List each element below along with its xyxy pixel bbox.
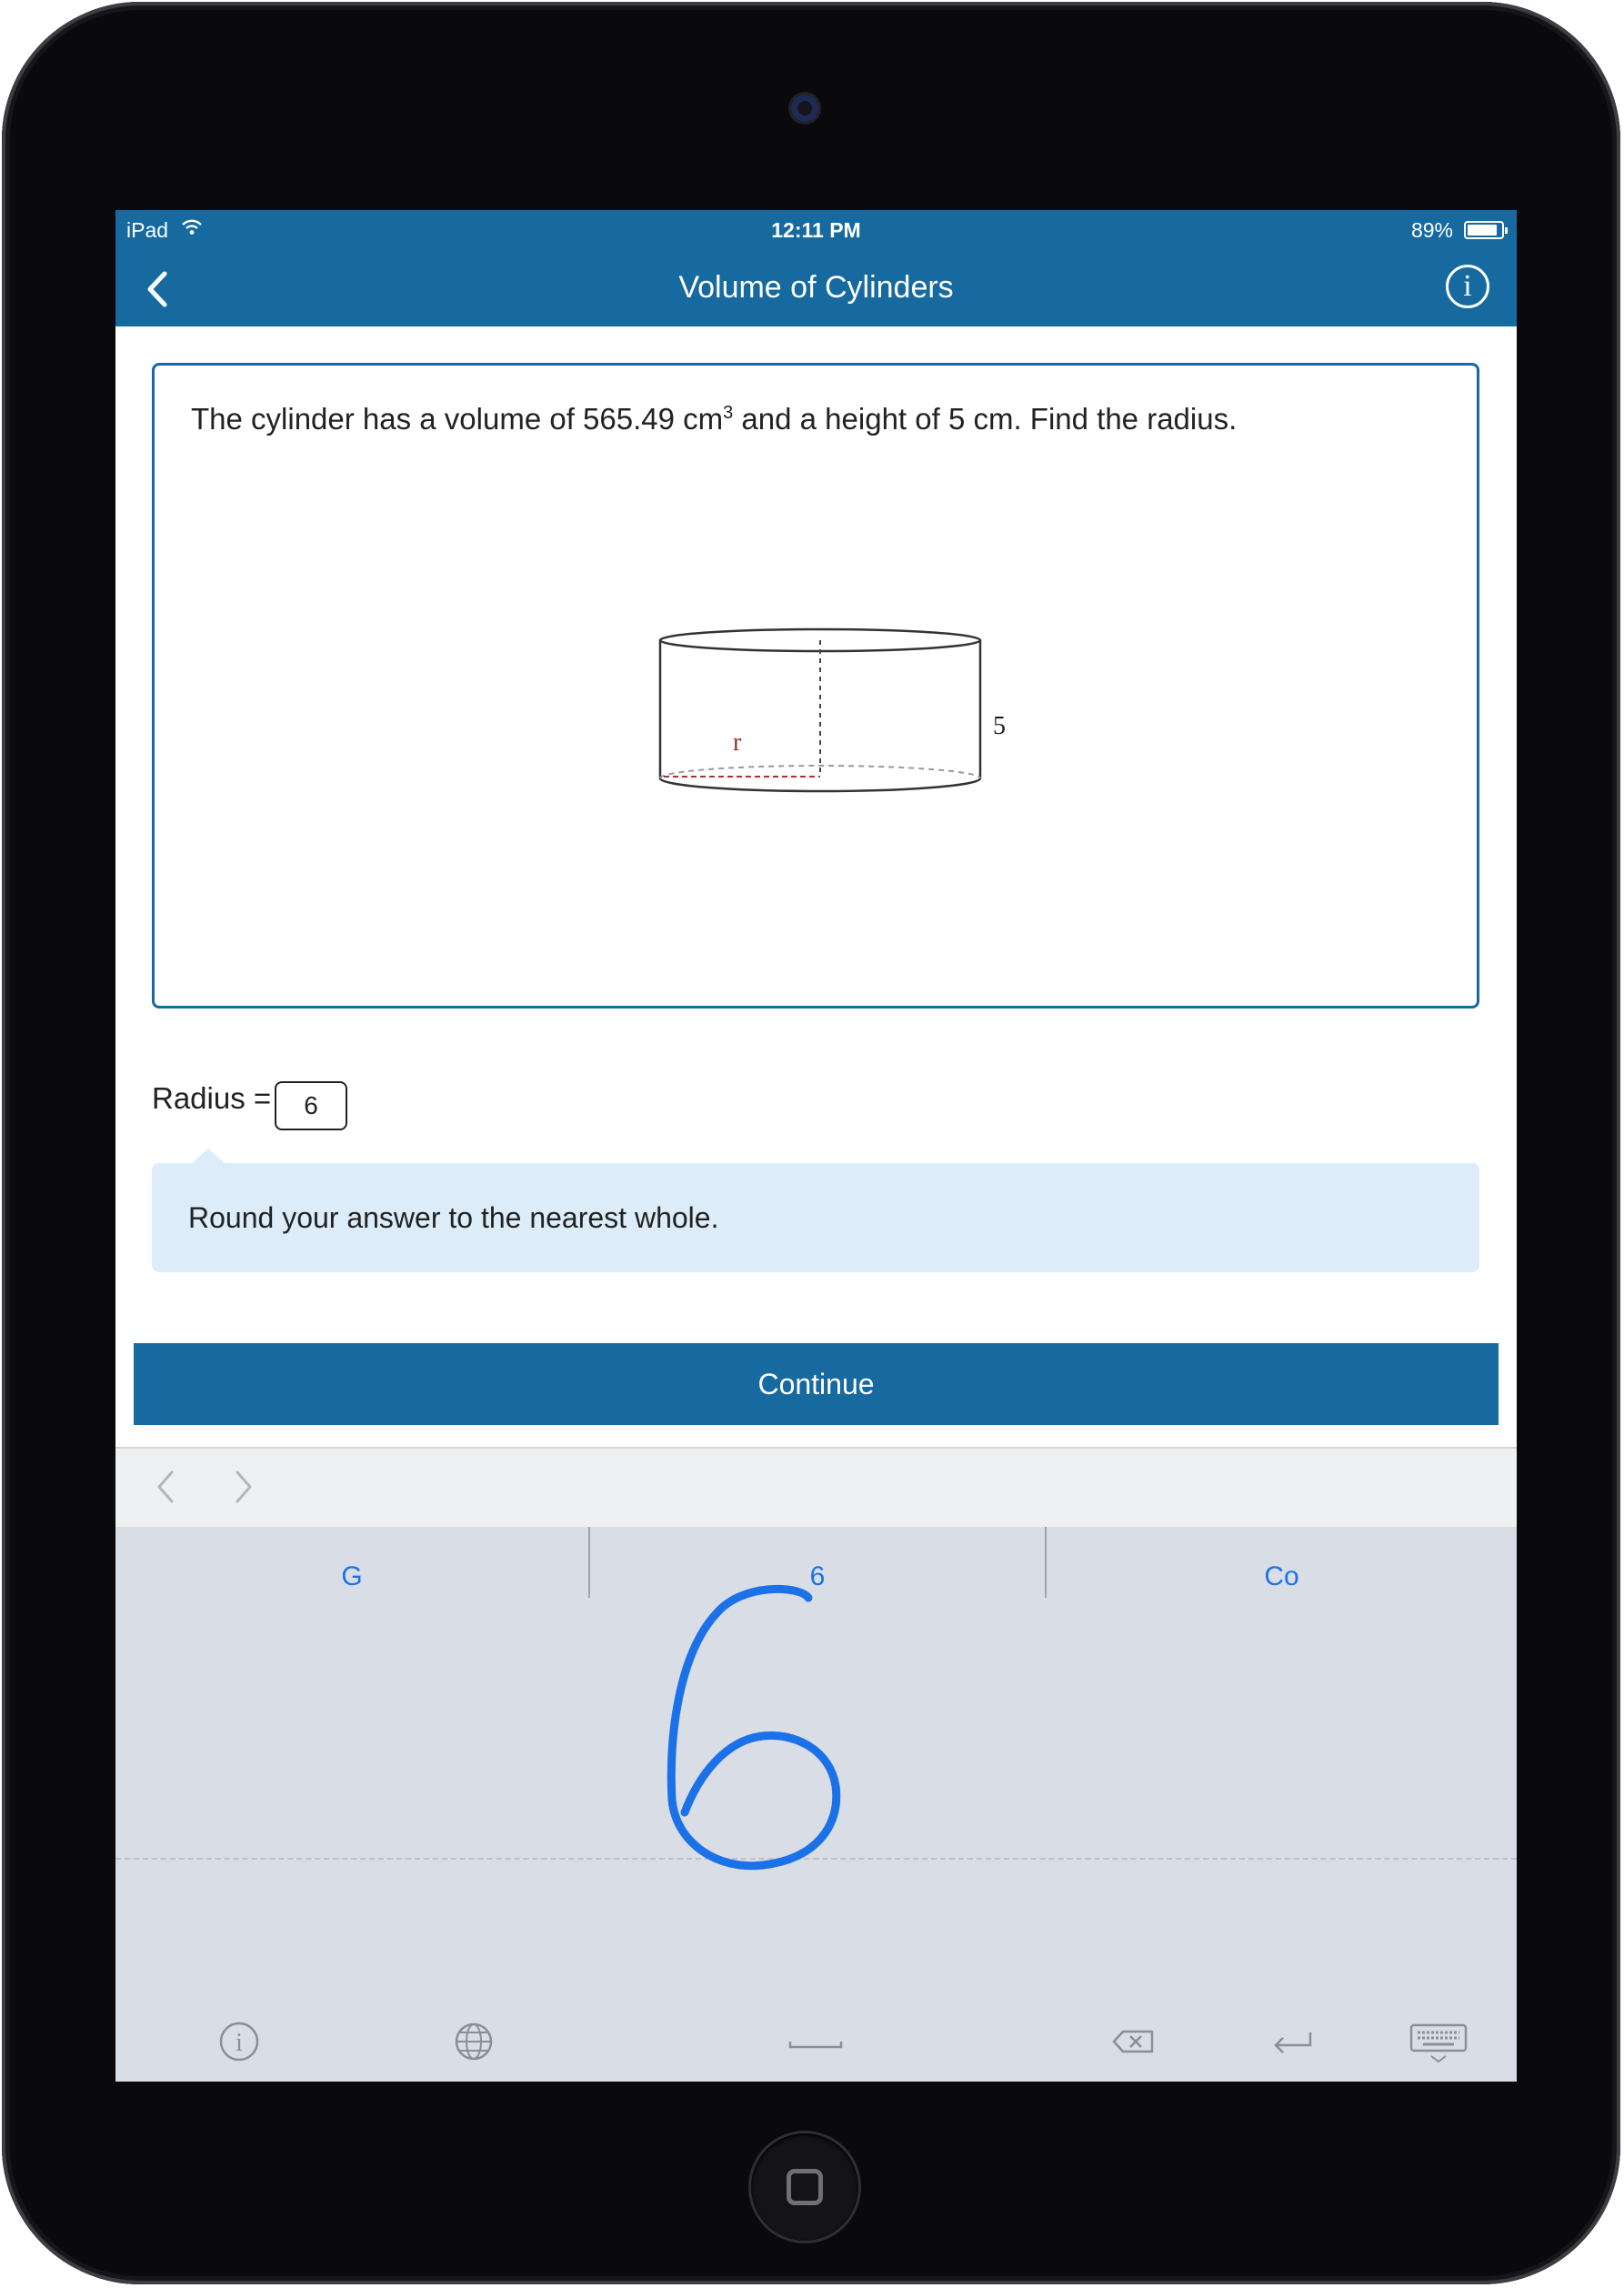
handwriting-keyboard[interactable]: G 6 Co i <box>115 1527 1517 2082</box>
previous-field-button[interactable] <box>148 1467 185 1507</box>
delete-icon[interactable] <box>1107 2014 1161 2069</box>
home-square-icon <box>787 2169 823 2205</box>
keyboard-dismiss-icon[interactable] <box>1407 2014 1468 2069</box>
hint-pointer <box>192 1149 225 1163</box>
battery-percent: 89% <box>1410 218 1453 242</box>
return-icon[interactable] <box>1265 2014 1319 2069</box>
cylinder-bottom-front <box>658 778 982 793</box>
chevron-left-icon <box>157 1470 174 1503</box>
status-bar: iPad 12:11 PM 89% <box>115 210 1517 250</box>
screen: iPad 12:11 PM 89% Volume of Cylinders i … <box>115 210 1517 2082</box>
question-card: The cylinder has a volume of 565.49 cm3 … <box>152 363 1479 1009</box>
info-button[interactable]: i <box>1446 265 1489 308</box>
hint-box: Round your answer to the nearest whole. <box>152 1149 1479 1272</box>
height-label: 5 <box>993 712 1006 740</box>
space-icon[interactable] <box>788 2014 843 2069</box>
globe-icon[interactable] <box>446 2014 501 2069</box>
battery-fill <box>1468 225 1497 236</box>
chevron-right-icon <box>236 1470 252 1503</box>
radius-input[interactable]: 6 <box>275 1081 347 1130</box>
svg-text:i: i <box>236 2029 243 2057</box>
cylinder-figure: r 5 <box>658 627 1006 793</box>
radius-label: r <box>733 728 742 757</box>
home-button[interactable] <box>751 2133 858 2241</box>
continue-button[interactable]: Continue <box>134 1343 1499 1425</box>
nav-title: Volume of Cylinders <box>678 270 954 305</box>
front-camera <box>791 95 818 122</box>
radius-label-text: Radius = <box>152 1081 272 1115</box>
hint-text: Round your answer to the nearest whole. <box>188 1201 719 1234</box>
next-field-button[interactable] <box>225 1467 261 1507</box>
nav-bar: Volume of Cylinders i <box>115 250 1517 326</box>
status-time: 12:11 PM <box>771 218 861 242</box>
ipad-device-frame: iPad 12:11 PM 89% Volume of Cylinders i … <box>2 2 1620 2284</box>
battery-icon <box>1464 221 1508 239</box>
info-icon[interactable]: i <box>212 2014 266 2069</box>
handwritten-6-stroke[interactable] <box>115 1527 1517 2082</box>
keyboard-toolbar <box>115 1447 1517 1527</box>
